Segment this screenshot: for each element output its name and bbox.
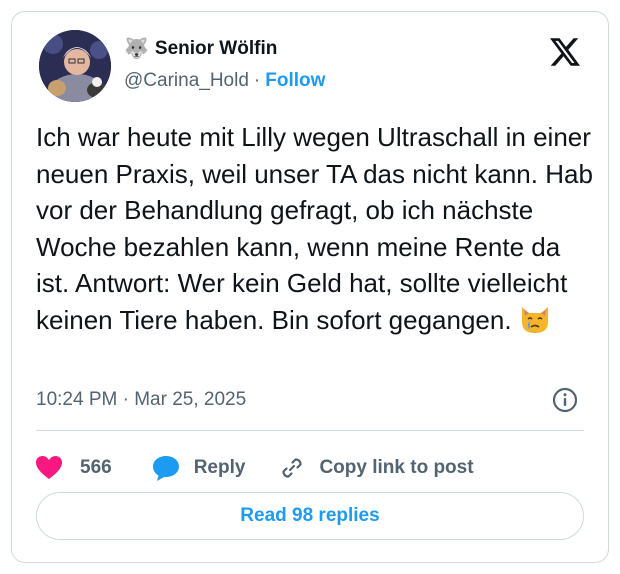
copy-link-button[interactable]: Copy link to post <box>279 455 474 481</box>
crying-cat-icon <box>519 304 551 344</box>
tweet-text: Ich war heute mit Lilly wegen Ultraschal… <box>36 119 596 343</box>
timestamp[interactable]: 10:24 PM · Mar 25, 2025 <box>36 389 246 411</box>
reply-bubble-icon <box>152 456 179 481</box>
actions-bar: 566 Reply Copy link to post <box>36 452 474 484</box>
author-name-row: 🐺 Senior Wölfin <box>124 38 277 60</box>
divider <box>36 430 584 431</box>
tweet-card: 🐺 Senior Wölfin @Carina_Hold · Follow Ich … <box>11 11 609 563</box>
info-icon[interactable] <box>552 387 578 413</box>
author-handle[interactable]: @Carina_Hold <box>124 70 249 91</box>
like-button[interactable]: 566 <box>36 456 112 480</box>
reply-button[interactable]: Reply <box>152 455 246 481</box>
wolf-icon: 🐺 <box>124 38 149 60</box>
tweet-body: Ich war heute mit Lilly wegen Ultraschal… <box>36 122 593 335</box>
reply-label: Reply <box>193 457 246 478</box>
follow-button[interactable]: Follow <box>265 70 325 91</box>
heart-icon <box>36 456 62 479</box>
separator: · <box>253 70 261 91</box>
read-replies-button[interactable]: Read 98 replies <box>36 492 584 540</box>
handle-row: @Carina_Hold · Follow <box>124 70 325 92</box>
copy-link-label: Copy link to post <box>319 457 474 478</box>
like-count: 566 <box>80 457 112 478</box>
x-logo-icon[interactable] <box>550 38 580 66</box>
link-icon <box>282 458 303 478</box>
avatar[interactable] <box>39 30 111 102</box>
display-name[interactable]: Senior Wölfin <box>155 38 277 60</box>
